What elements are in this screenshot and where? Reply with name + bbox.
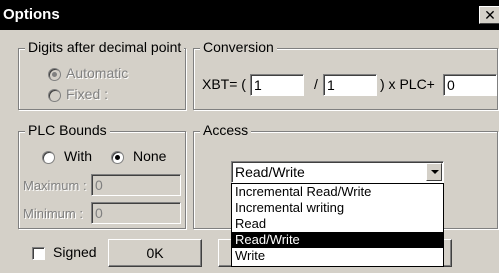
automatic-radio[interactable] xyxy=(48,68,61,81)
divide-label: / xyxy=(314,76,318,92)
digits-group-legend: Digits after decimal point xyxy=(25,39,185,55)
maximum-label: Maximum : xyxy=(23,178,87,193)
chevron-down-icon xyxy=(431,170,439,174)
minimum-input[interactable]: 0 xyxy=(91,202,181,224)
conversion-group: Conversion XBT= ( 1 / 1 ) x PLC+ 0 xyxy=(193,39,498,110)
minimum-label: Minimum : xyxy=(23,206,83,221)
access-dropdown-list: Incremental Read/Write Incremental writi… xyxy=(231,183,444,267)
maximum-input[interactable]: 0 xyxy=(91,174,181,196)
plc-bounds-legend: PLC Bounds xyxy=(25,122,110,138)
numerator-input[interactable]: 1 xyxy=(250,74,304,96)
radio-selected-dot xyxy=(52,72,57,77)
access-option-read[interactable]: Read xyxy=(232,216,443,232)
radio-selected-dot xyxy=(115,155,120,160)
access-option-write[interactable]: Write xyxy=(232,248,443,264)
access-option-incremental-read-write[interactable]: Incremental Read/Write xyxy=(232,184,443,200)
offset-input[interactable]: 0 xyxy=(443,74,497,96)
digits-group: Digits after decimal point Automatic Fix… xyxy=(18,39,186,110)
automatic-label: Automatic xyxy=(66,65,129,81)
title-bar: Options ✕ xyxy=(0,0,499,30)
denominator-input[interactable]: 1 xyxy=(323,74,377,96)
conversion-group-legend: Conversion xyxy=(200,39,277,55)
xbt-label: XBT= ( xyxy=(202,76,246,92)
window-title: Options xyxy=(3,6,60,23)
plc-bounds-group: PLC Bounds With None Maximum : 0 Minimum… xyxy=(18,122,186,229)
plc-label: ) x PLC+ xyxy=(380,76,435,92)
ok-button-label: 0K xyxy=(146,245,164,261)
signed-checkbox[interactable] xyxy=(32,247,45,260)
ok-button[interactable]: 0K xyxy=(108,239,202,267)
with-radio[interactable] xyxy=(42,151,55,164)
access-select[interactable]: Read/Write xyxy=(231,161,444,183)
access-option-incremental-writing[interactable]: Incremental writing xyxy=(232,200,443,216)
close-button[interactable]: ✕ xyxy=(479,6,499,24)
access-group-legend: Access xyxy=(200,122,252,138)
access-option-read-write[interactable]: Read/Write xyxy=(232,232,443,248)
signed-label: Signed xyxy=(53,244,97,260)
fixed-radio[interactable] xyxy=(48,89,61,102)
close-icon: ✕ xyxy=(484,7,496,23)
access-selected-value: Read/Write xyxy=(235,164,305,180)
fixed-label: Fixed : xyxy=(66,86,109,102)
none-radio[interactable] xyxy=(111,151,124,164)
with-label: With xyxy=(64,148,92,164)
dropdown-button[interactable] xyxy=(426,163,442,181)
none-label: None xyxy=(133,148,167,164)
